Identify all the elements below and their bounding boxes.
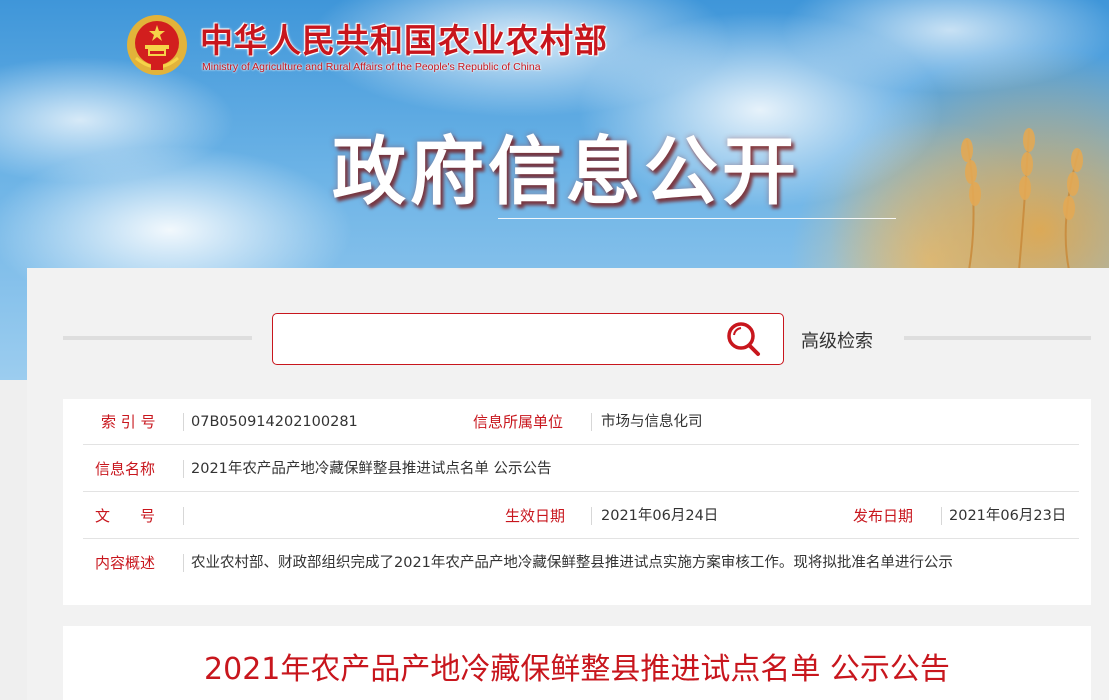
doc-number-label: 文 号 — [95, 507, 156, 525]
site-name-english[interactable]: Ministry of Agriculture and Rural Affair… — [202, 61, 541, 73]
name-value: 2021年农产品产地冷藏保鲜整县推进试点名单 公示公告 — [191, 461, 552, 477]
publish-date-label: 发布日期 — [853, 507, 914, 525]
advanced-search-link[interactable]: 高级检索 — [801, 327, 873, 353]
info-row-summary: 内容概述 农业农村部、财政部组织完成了2021年农产品产地冷藏保鲜整县推进试点实… — [83, 540, 1079, 586]
effective-date-value: 2021年06月24日 — [601, 508, 719, 524]
content-panel: 高级检索 索 引 号 07B050914202100281 信息所属单位 市场与… — [27, 268, 1109, 700]
search-row: 高级检索 — [27, 268, 1109, 388]
summary-label: 内容概述 — [95, 554, 156, 572]
search-right-divider — [904, 336, 1091, 340]
cell-separator — [591, 413, 592, 431]
cell-separator — [591, 507, 592, 525]
unit-value: 市场与信息化司 — [601, 414, 703, 430]
index-value: 07B050914202100281 — [191, 414, 358, 430]
summary-value: 农业农村部、财政部组织完成了2021年农产品产地冷藏保鲜整县推进试点实施方案审核… — [191, 555, 953, 571]
wheat-decoration — [961, 128, 1083, 270]
hero-divider — [498, 218, 896, 219]
publish-date-value: 2021年06月23日 — [949, 508, 1067, 524]
national-emblem-icon[interactable] — [126, 14, 188, 76]
article-container: 2021年农产品产地冷藏保鲜整县推进试点名单 公示公告 — [63, 626, 1091, 700]
search-left-divider — [63, 336, 252, 340]
search-input[interactable] — [285, 322, 705, 356]
article-title: 2021年农产品产地冷藏保鲜整县推进试点名单 公示公告 — [204, 652, 950, 687]
info-row-index: 索 引 号 07B050914202100281 信息所属单位 市场与信息化司 — [83, 399, 1079, 445]
info-table: 索 引 号 07B050914202100281 信息所属单位 市场与信息化司 … — [63, 399, 1091, 605]
name-label: 信息名称 — [95, 460, 156, 478]
unit-label: 信息所属单位 — [473, 413, 564, 431]
cell-separator — [183, 507, 184, 525]
cell-separator — [941, 507, 942, 525]
cell-separator — [183, 460, 184, 478]
cell-separator — [183, 413, 184, 431]
site-name[interactable]: 中华人民共和国农业农村部 — [200, 14, 608, 62]
hero-title: 政府信息公开 — [332, 129, 800, 215]
info-row-doc: 文 号 生效日期 2021年06月24日 发布日期 2021年06月23日 — [83, 493, 1079, 539]
search-box[interactable] — [272, 313, 784, 365]
index-label: 索 引 号 — [101, 413, 156, 431]
cell-separator — [183, 554, 184, 572]
search-icon[interactable] — [725, 319, 763, 359]
info-row-name: 信息名称 2021年农产品产地冷藏保鲜整县推进试点名单 公示公告 — [83, 446, 1079, 492]
effective-date-label: 生效日期 — [505, 507, 566, 525]
